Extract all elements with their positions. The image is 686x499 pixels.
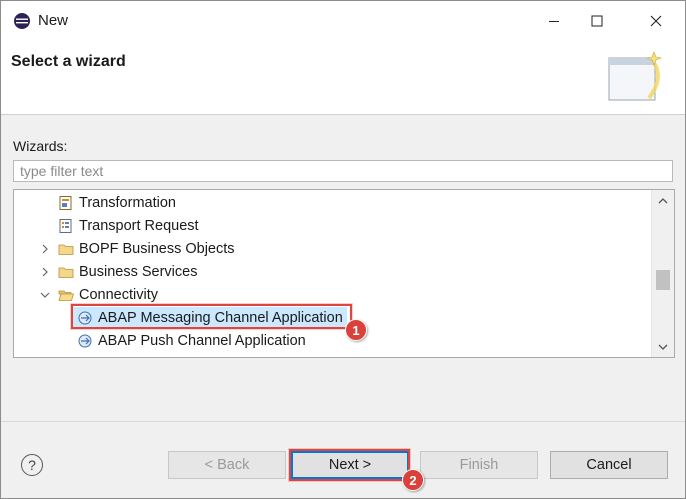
folder-icon <box>58 267 74 278</box>
scroll-thumb[interactable] <box>656 270 670 290</box>
page-title: Select a wizard <box>11 53 126 70</box>
transport-request-icon <box>59 219 72 233</box>
eclipse-icon <box>14 13 30 29</box>
chevron-up-icon <box>658 198 668 204</box>
scroll-down-button[interactable] <box>652 338 674 356</box>
wizard-banner-icon <box>608 51 663 101</box>
minimize-button[interactable] <box>531 1 577 41</box>
tree-item-transport-request[interactable]: Transport Request <box>38 215 199 237</box>
tree-item-abap-push-channel-application[interactable]: ABAP Push Channel Application <box>72 330 306 352</box>
folder-icon <box>58 244 74 255</box>
tree-item-label: Business Services <box>79 264 198 280</box>
tree-item-label: BOPF Business Objects <box>79 241 235 257</box>
tree-item-label: Connectivity <box>79 287 158 303</box>
filter-input[interactable] <box>13 160 673 182</box>
minimize-icon <box>549 21 559 22</box>
scroll-up-button[interactable] <box>652 192 674 210</box>
wizard-header: Select a wizard <box>1 41 685 115</box>
close-button[interactable] <box>633 1 679 41</box>
wizard-tree[interactable]: Transformation Transport Request BOPF Bu… <box>13 189 675 358</box>
cancel-button[interactable]: Cancel <box>550 451 668 479</box>
tree-item-bopf-business-objects[interactable]: BOPF Business Objects <box>38 238 235 260</box>
callout-highlight-messaging-channel <box>71 304 352 329</box>
transformation-icon <box>59 196 72 210</box>
chevron-down-icon[interactable] <box>38 291 52 299</box>
window-title: New <box>38 12 69 29</box>
tree-item-label: Transport Request <box>79 218 199 234</box>
tree-item-label: ABAP Push Channel Application <box>98 333 306 349</box>
chevron-right-icon[interactable] <box>38 244 52 254</box>
tree-scrollbar[interactable] <box>651 190 674 357</box>
help-icon: ? <box>28 457 36 473</box>
back-button[interactable]: < Back <box>168 451 286 479</box>
help-button[interactable]: ? <box>21 454 43 476</box>
maximize-icon <box>591 15 603 27</box>
footer-divider <box>1 421 685 422</box>
maximize-button[interactable] <box>574 1 620 41</box>
tree-item-business-services[interactable]: Business Services <box>38 261 197 283</box>
tree-item-label: Transformation <box>79 195 176 211</box>
tree-item-connectivity[interactable]: Connectivity <box>38 284 158 306</box>
title-bar: New <box>1 1 685 41</box>
finish-button[interactable]: Finish <box>420 451 538 479</box>
chevron-right-icon[interactable] <box>38 267 52 277</box>
new-wizard-dialog: New Select a wizard Wizards: type filter… <box>0 0 686 499</box>
channel-icon <box>78 334 92 348</box>
tree-item-transformation[interactable]: Transformation <box>38 192 176 214</box>
close-icon <box>650 15 662 27</box>
callout-badge-2: 2 <box>402 469 424 491</box>
callout-highlight-next <box>289 449 410 481</box>
wizards-label: Wizards: <box>13 138 68 154</box>
chevron-down-icon <box>658 344 668 350</box>
callout-badge-1: 1 <box>345 319 367 341</box>
folder-open-icon <box>58 290 74 301</box>
